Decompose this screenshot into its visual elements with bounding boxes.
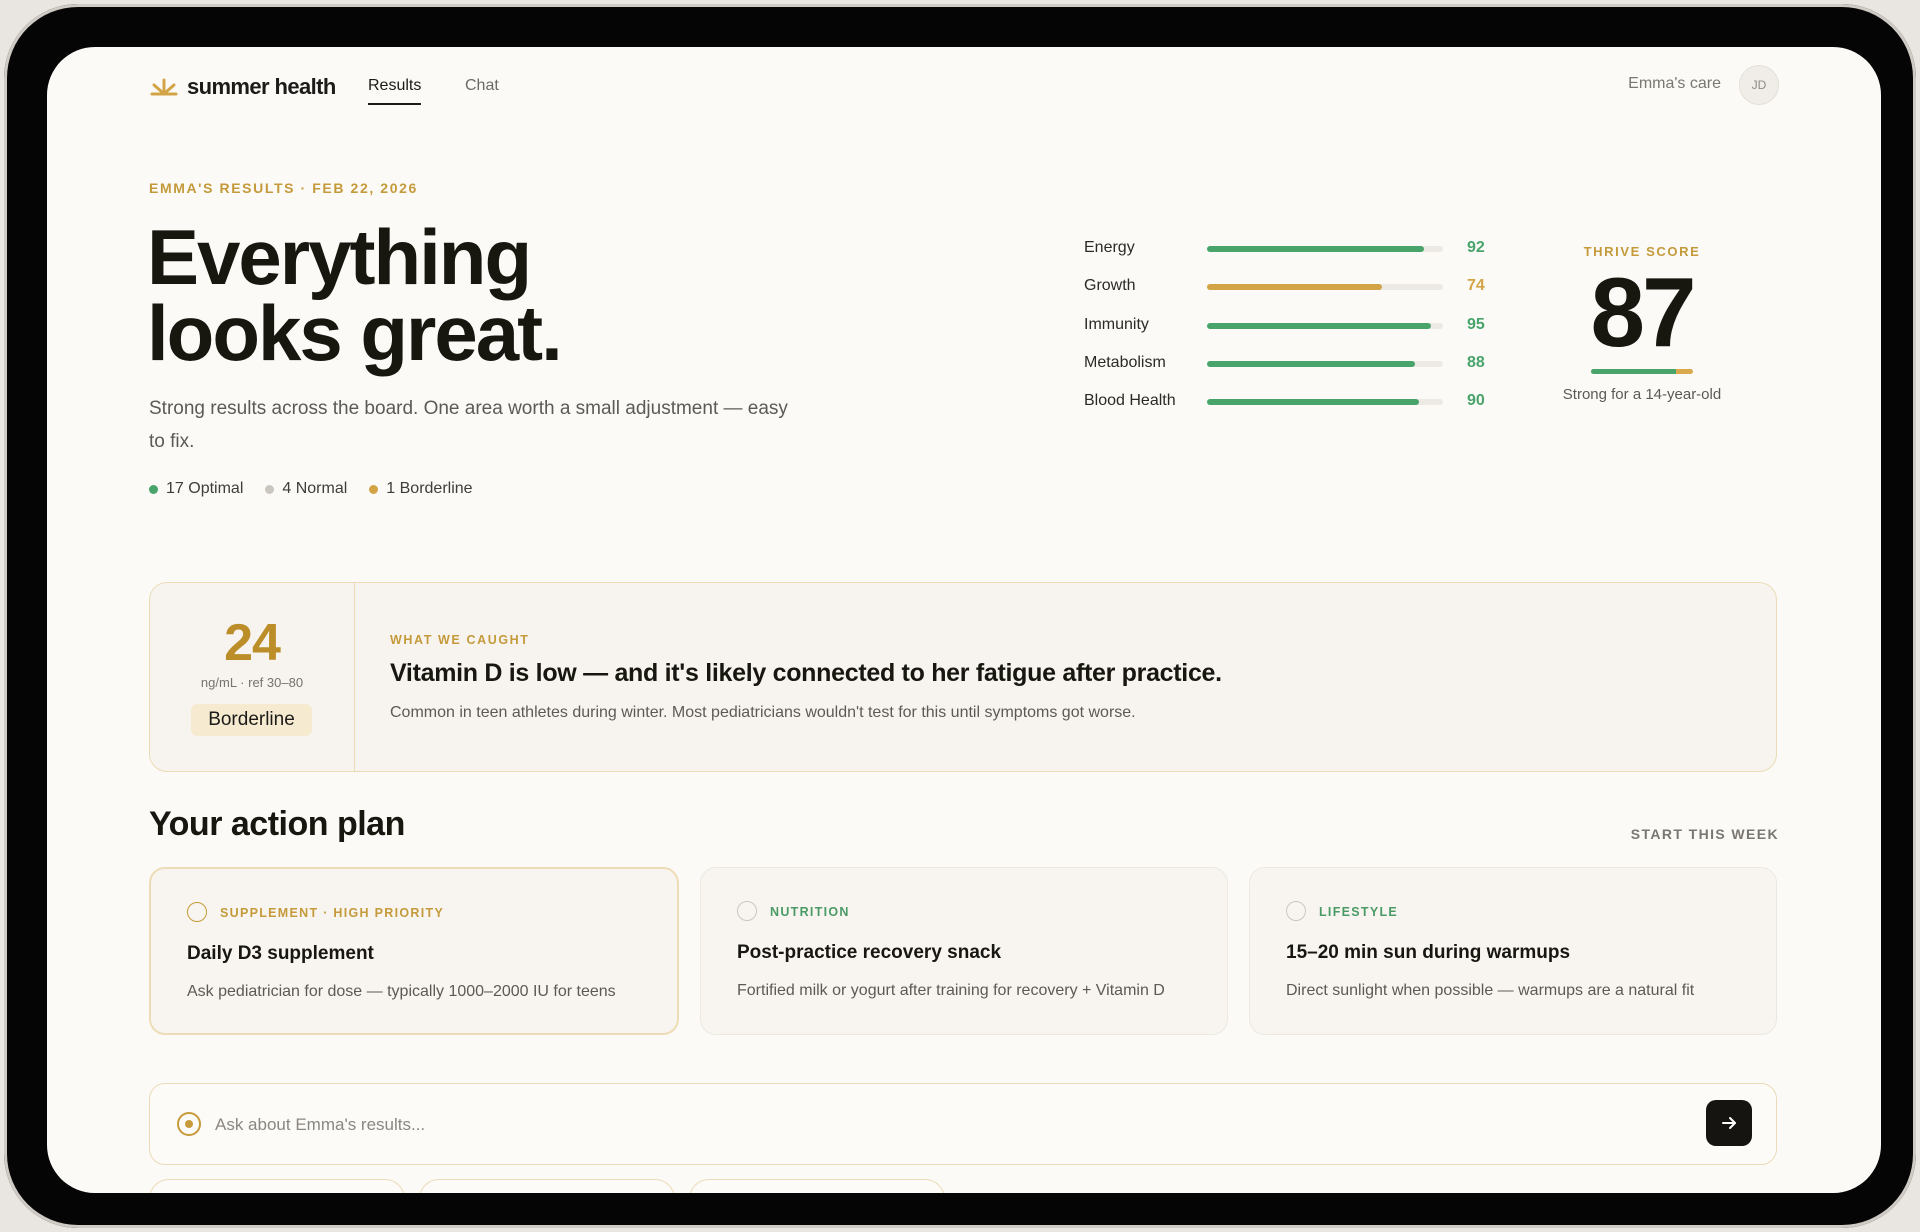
metric-value: 90 (1467, 392, 1485, 410)
metric-bar (1207, 360, 1443, 367)
thrive-score-bar (1591, 369, 1693, 374)
action-card-lifestyle[interactable]: LIFESTYLE 15–20 min sun during warmups D… (1249, 867, 1777, 1035)
status-badge: Borderline (191, 704, 312, 736)
action-card-title: Post-practice recovery snack (737, 942, 1002, 963)
legend-label: 17 Optimal (166, 480, 244, 497)
metric-label: Metabolism (1084, 353, 1166, 371)
normal-dot-icon (265, 484, 275, 494)
checkbox-circle-icon[interactable] (187, 902, 207, 922)
action-card-nutrition[interactable]: NUTRITION Post-practice recovery snack F… (700, 867, 1228, 1035)
ask-input[interactable] (213, 1102, 1617, 1148)
arrow-right-icon (1722, 1117, 1736, 1129)
status-legend: 17 Optimal 4 Normal 1 Borderline (149, 480, 473, 498)
legend-label: 4 Normal (282, 480, 348, 497)
legend-label: 1 Borderline (386, 480, 473, 497)
metric-value: 92 (1467, 239, 1485, 256)
finding-reference: ng/mL · ref 30–80 (200, 675, 304, 690)
finding-title: Vitamin D is low — and it's likely conne… (390, 659, 1222, 687)
finding-value: 24 (224, 614, 281, 672)
borderline-dot-icon (369, 484, 379, 494)
action-card-description: Direct sunlight when possible — warmups … (1286, 982, 1695, 999)
finding-eyebrow: WHAT WE CAUGHT (390, 633, 530, 647)
legend-item-optimal: 17 Optimal (149, 480, 243, 498)
action-card-tag: SUPPLEMENT · HIGH PRIORITY (220, 906, 445, 920)
app-screen: summer health Results Chat Emma's care J… (47, 47, 1881, 1193)
thrive-score-value: 87 (1590, 257, 1696, 367)
metric-row-growth[interactable]: Growth 74 (1084, 275, 1504, 313)
finding-description: Common in teen athletes during winter. M… (390, 704, 1136, 721)
action-card-tag: LIFESTYLE (1319, 905, 1399, 919)
results-eyebrow: EMMA'S RESULTS · FEB 22, 2026 (149, 180, 418, 196)
metric-bar (1207, 399, 1443, 406)
tab-chat[interactable]: Chat (465, 69, 499, 103)
action-card-title: Daily D3 supplement (187, 943, 374, 964)
send-button[interactable] (1706, 1100, 1752, 1146)
start-this-week-link[interactable]: START THIS WEEK (1631, 826, 1779, 842)
assistant-icon (177, 1112, 201, 1136)
metric-row-metabolism[interactable]: Metabolism 88 (1084, 352, 1504, 390)
checkbox-circle-icon[interactable] (1286, 901, 1306, 921)
section-title-action-plan: Your action plan (149, 805, 405, 843)
checkbox-circle-icon[interactable] (737, 901, 757, 921)
metric-bar (1207, 284, 1443, 291)
metric-bar-fill (1207, 322, 1432, 329)
metric-list: Energy 92 Growth 74 Immunity 95 Metaboli… (1084, 237, 1504, 428)
metric-bar-fill (1207, 399, 1420, 406)
metric-label: Growth (1084, 277, 1136, 295)
thrive-score-bar-fill (1591, 369, 1676, 374)
page-title: Everything looks great. (147, 213, 563, 377)
metric-bar (1207, 246, 1443, 252)
metric-value: 88 (1467, 353, 1485, 371)
thrive-score-note: Strong for a 14-year-old (1562, 386, 1722, 403)
metric-row-energy[interactable]: Energy 92 (1084, 237, 1504, 275)
metric-row-blood-health[interactable]: Blood Health 90 (1084, 390, 1504, 428)
metric-value: 74 (1467, 277, 1485, 295)
finding-value-panel: 24 ng/mL · ref 30–80 Borderline (150, 583, 355, 771)
optimal-dot-icon (149, 484, 158, 494)
metric-value: 95 (1467, 315, 1485, 333)
brand-name: summer health (187, 74, 336, 99)
care-switcher[interactable]: Emma's care (1628, 75, 1721, 93)
metric-bar-fill (1207, 360, 1415, 367)
metric-bar-fill (1207, 246, 1425, 252)
brand-logo[interactable]: summer health (149, 67, 336, 107)
action-card-supplement[interactable]: SUPPLEMENT · HIGH PRIORITY Daily D3 supp… (149, 867, 679, 1035)
page-title-line-1: Everything (147, 213, 532, 301)
legend-item-borderline: 1 Borderline (369, 480, 473, 498)
metric-bar (1207, 322, 1443, 329)
metric-row-immunity[interactable]: Immunity 95 (1084, 314, 1504, 352)
tablet-frame: summer health Results Chat Emma's care J… (4, 4, 1916, 1228)
suggestion-chip[interactable] (689, 1179, 945, 1193)
metric-label: Blood Health (1084, 392, 1176, 410)
avatar[interactable]: JD (1739, 65, 1779, 105)
action-card-tag: NUTRITION (770, 905, 850, 919)
sun-logo-icon (150, 78, 178, 96)
action-card-description: Fortified milk or yogurt after training … (737, 982, 1165, 999)
metric-label: Energy (1084, 239, 1135, 256)
finding-card[interactable]: 24 ng/mL · ref 30–80 Borderline WHAT WE … (149, 582, 1777, 772)
thrive-score-panel: THRIVE SCORE 87 Strong for a 14-year-old (1552, 244, 1732, 403)
action-card-description: Ask pediatrician for dose — typically 10… (187, 983, 616, 1000)
suggestion-chip[interactable] (419, 1179, 675, 1193)
action-card-title: 15–20 min sun during warmups (1286, 942, 1571, 963)
page-subtitle: Strong results across the board. One are… (149, 398, 788, 452)
tab-results[interactable]: Results (368, 69, 422, 105)
metric-label: Immunity (1084, 315, 1149, 333)
page-title-line-2: looks great. (147, 289, 563, 377)
suggestion-chips (149, 1179, 945, 1193)
ask-bar (149, 1083, 1777, 1165)
metric-bar-fill (1207, 284, 1382, 291)
legend-item-normal: 4 Normal (265, 480, 347, 498)
suggestion-chip[interactable] (149, 1179, 405, 1193)
action-plan-cards: SUPPLEMENT · HIGH PRIORITY Daily D3 supp… (149, 867, 1777, 1035)
